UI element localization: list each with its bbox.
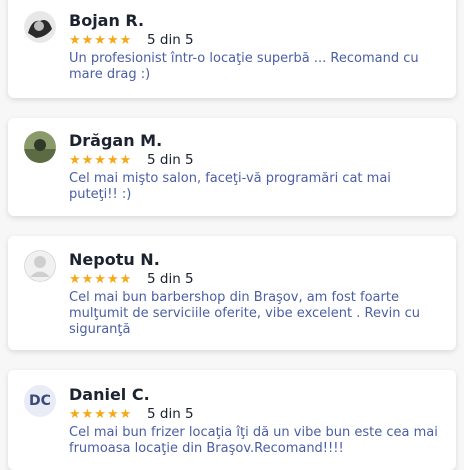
reviewer-name: Bojan R. xyxy=(69,11,145,30)
rating-text: 5 din 5 xyxy=(147,152,194,168)
reviewer-name: Nepotu N. xyxy=(69,250,160,269)
rating-text: 5 din 5 xyxy=(147,271,194,287)
avatar xyxy=(24,250,56,282)
review-card: Drăgan M. ★★★★★ 5 din 5 Cel mai mişto sa… xyxy=(8,118,456,216)
avatar xyxy=(24,131,56,163)
review-text: Cel mai bun frizer locaţia îţi dă un vib… xyxy=(69,425,438,456)
reviewer-name: Daniel C. xyxy=(69,385,150,404)
star-rating-icon: ★★★★★ xyxy=(69,407,133,422)
review-text: Un profesionist într-o locaţie superbă .… xyxy=(69,51,419,82)
rating-text: 5 din 5 xyxy=(147,406,194,422)
rating-text: 5 din 5 xyxy=(147,32,194,48)
review-text: Cel mai mişto salon, faceţi-vă programăr… xyxy=(69,171,391,202)
avatar: DC xyxy=(24,385,56,417)
reviewer-name: Drăgan M. xyxy=(69,131,163,150)
review-text: Cel mai bun barbershop din Braşov, am fo… xyxy=(69,290,421,337)
avatar xyxy=(24,11,56,43)
star-rating-icon: ★★★★★ xyxy=(69,272,133,287)
review-card: Bojan R. ★★★★★ 5 din 5 Un profesionist î… xyxy=(8,0,456,98)
star-rating-icon: ★★★★★ xyxy=(69,153,133,168)
star-rating-icon: ★★★★★ xyxy=(69,33,133,48)
review-card: DC Daniel C. ★★★★★ 5 din 5 Cel mai bun f… xyxy=(8,370,456,470)
review-card: Nepotu N. ★★★★★ 5 din 5 Cel mai bun barb… xyxy=(8,236,456,350)
